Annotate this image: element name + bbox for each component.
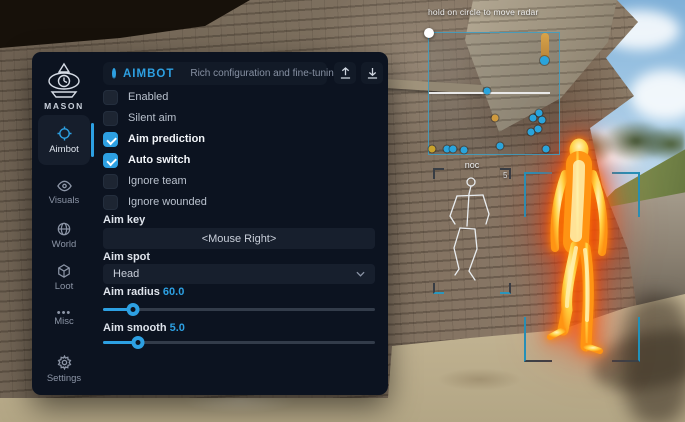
sidebar-item-label: World — [52, 239, 77, 250]
chevron-down-icon — [356, 271, 365, 277]
checkbox-label: Auto switch — [128, 154, 190, 166]
aim-radius-label: Aim radius 60.0 — [103, 286, 184, 298]
radar-dot — [492, 115, 499, 122]
upload-config-button[interactable] — [334, 62, 356, 84]
sidebar-item-aimbot[interactable]: Aimbot — [38, 115, 90, 165]
download-icon — [367, 67, 378, 79]
checkbox-enabled[interactable]: Enabled — [103, 89, 168, 105]
globe-icon — [57, 222, 71, 236]
checkbox-label: Enabled — [128, 91, 168, 103]
slider-label: Aim smooth — [103, 322, 167, 334]
radar-dot — [497, 143, 504, 150]
sidebar-item-misc[interactable]: ••• Misc — [38, 300, 90, 340]
checkbox-label: Ignore team — [128, 175, 187, 187]
sidebar-item-settings[interactable]: Settings — [38, 348, 90, 390]
slider-thumb[interactable] — [126, 303, 139, 316]
sidebar-item-label: Visuals — [49, 195, 79, 206]
checkbox-label: Ignore wounded — [128, 196, 207, 208]
radar-dot — [543, 146, 550, 153]
checkbox-icon — [103, 153, 118, 168]
download-config-button[interactable] — [361, 62, 383, 84]
section-subtitle: Rich configuration and fine-tuning — [190, 68, 339, 79]
radar-drag-handle[interactable] — [424, 28, 434, 38]
slider-value: 5.0 — [170, 322, 185, 334]
sidebar-item-world[interactable]: World — [38, 216, 90, 256]
aim-key-label: Aim key — [103, 214, 145, 226]
sidebar-item-label: Settings — [47, 373, 81, 384]
checkbox-aim-prediction[interactable]: Aim prediction — [103, 131, 205, 147]
checkbox-auto-switch[interactable]: Auto switch — [103, 152, 190, 168]
section-title: AIMBOT — [123, 68, 174, 80]
glowing-player-model — [535, 130, 650, 362]
brand-name: MASON — [32, 101, 96, 111]
checkbox-label: Silent aim — [128, 112, 176, 124]
slider-thumb[interactable] — [132, 336, 145, 349]
checkbox-ignore-team[interactable]: Ignore team — [103, 173, 187, 189]
aim-spot-value: Head — [113, 268, 139, 280]
radar-hint-text: hold on circle to move radar — [428, 7, 539, 17]
sidebar-item-label: Aimbot — [49, 144, 79, 155]
aim-radius-slider[interactable] — [103, 302, 375, 316]
upload-icon — [340, 67, 351, 79]
checkbox-silent-aim[interactable]: Silent aim — [103, 110, 176, 126]
aim-smooth-label: Aim smooth 5.0 — [103, 322, 185, 334]
cheat-menu-panel: MASON Aimbot Visuals — [32, 52, 388, 395]
esp-skeleton — [437, 174, 507, 292]
mason-logo-icon — [32, 61, 96, 104]
radar-dot — [530, 115, 537, 122]
radar-dot — [528, 129, 535, 136]
checkbox-icon — [103, 195, 118, 210]
section-header: AIMBOT Rich configuration and fine-tunin… — [103, 62, 327, 85]
radar-dot — [539, 117, 546, 124]
checkbox-icon — [103, 132, 118, 147]
slider-label: Aim radius — [103, 286, 160, 298]
box-icon — [57, 264, 71, 278]
radar-dot — [429, 146, 436, 153]
aim-spot-label: Aim spot — [103, 251, 150, 263]
sidebar: MASON Aimbot Visuals — [32, 52, 96, 395]
radar-dot — [461, 147, 468, 154]
radar-dot — [450, 146, 457, 153]
radar-zoom-thumb[interactable] — [540, 56, 549, 65]
sidebar-item-loot[interactable]: Loot — [38, 258, 90, 298]
spinner-ring-icon — [112, 68, 116, 79]
radar-dot — [535, 126, 542, 133]
aim-key-button[interactable]: <Mouse Right> — [103, 228, 375, 249]
checkbox-icon — [103, 111, 118, 126]
aim-spot-select[interactable]: Head — [103, 264, 375, 284]
checkbox-label: Aim prediction — [128, 133, 205, 145]
game-scene: hold on circle to move radar noc 5 — [0, 0, 685, 422]
aim-smooth-slider[interactable] — [103, 335, 375, 349]
eye-icon — [57, 180, 72, 192]
radar-dot — [536, 110, 543, 117]
sidebar-item-visuals[interactable]: Visuals — [38, 173, 90, 213]
slider-value: 60.0 — [163, 286, 184, 298]
checkbox-ignore-wounded[interactable]: Ignore wounded — [103, 194, 207, 210]
menu-content: AIMBOT Rich configuration and fine-tunin… — [96, 52, 388, 395]
sidebar-item-label: Misc — [54, 316, 74, 327]
checkbox-icon — [103, 90, 118, 105]
sidebar-item-label: Loot — [55, 281, 74, 292]
checkbox-icon — [103, 174, 118, 189]
radar-dot — [484, 88, 491, 95]
crosshair-icon — [57, 126, 72, 141]
slider-track[interactable] — [103, 308, 375, 311]
gear-icon — [57, 355, 72, 370]
